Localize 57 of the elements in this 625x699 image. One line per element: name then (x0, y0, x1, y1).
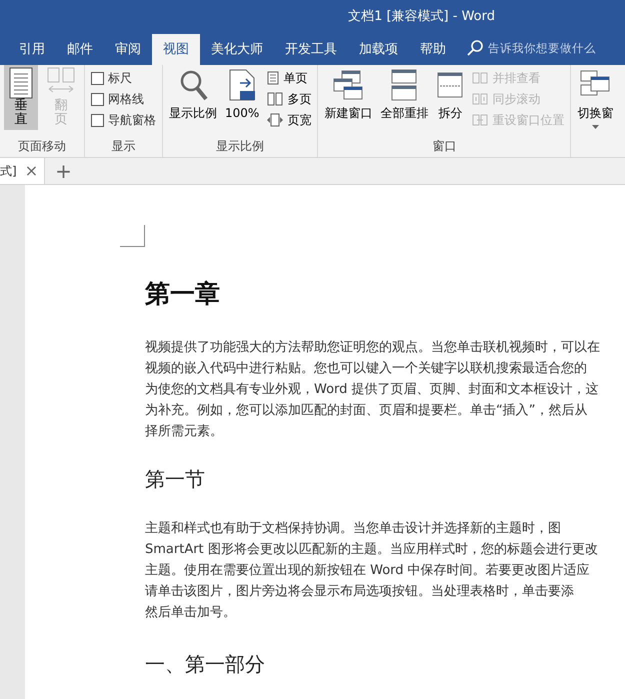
ribbon-button[interactable]: 新建窗口 (322, 65, 374, 126)
magnifier-icon (178, 69, 208, 101)
window-title: 文档1 [兼容模式] - Word (348, 8, 495, 26)
ribbon-button[interactable]: 100% (223, 65, 262, 126)
ribbon-button[interactable]: 全部重排 (378, 65, 430, 126)
heading: 第一章 (145, 278, 221, 310)
checkbox[interactable]: 标尺 (89, 69, 158, 87)
text-line: 主题和样式也有助于文档保持协调。当您单击设计并选择新的主题时，图 (145, 520, 562, 538)
ribbon-button[interactable]: 单页 (265, 69, 314, 87)
search-field[interactable]: 告诉我你想要做什么 (488, 40, 604, 57)
text-line: 主题。使用在需要位置出现的新按钮在 Word 中保存时间。若要更改图片适应 (145, 562, 591, 580)
ribbon-tab[interactable]: 加载项 (348, 34, 409, 65)
pages-icon (267, 92, 284, 106)
view-mode-button[interactable]: 垂直 (4, 65, 38, 130)
ribbon-tab[interactable]: 帮助 (409, 34, 457, 65)
ribbon-tab[interactable]: 引用 (8, 34, 56, 65)
sync-pages-icon (472, 92, 488, 106)
ribbon-tab[interactable]: 视图 (152, 34, 200, 65)
group-label: 显示 (110, 138, 136, 155)
add-tab-button[interactable]: + (45, 156, 82, 186)
caret-icon (592, 125, 599, 129)
ribbon-button[interactable]: 显示比例 (167, 65, 219, 126)
text-line: 然后单击加号。 (145, 604, 237, 622)
text-line: 择所需元素。 (145, 422, 224, 440)
text-line: 为使您的文档具有专业外观，Word 提供了页眉、页脚、封面和文本框设计，这 (145, 380, 600, 398)
group-label: 显示比例 (215, 138, 266, 155)
windows-icon (332, 69, 364, 101)
text-line: 视频的嵌入代码中进行粘贴。您也可以键入一个关键字以联机搜索最适合您的 (145, 360, 588, 378)
checkbox[interactable]: 网格线 (89, 90, 158, 108)
ribbon-button[interactable]: 切换窗 (575, 65, 616, 133)
ribbon-button[interactable]: 页宽 (265, 111, 314, 129)
text-line: SmartArt 图形将会更改以匹配新的主题。当应用样式时，您的标题会进行更改 (145, 540, 599, 558)
group-label: 窗口 (431, 138, 458, 155)
reset-pages-icon (472, 113, 488, 127)
text-line: 为补充。例如，您可以添加匹配的封面、页眉和提要栏。单击“插入”，然后从 (145, 402, 588, 420)
heading: 第一节 (145, 466, 206, 492)
group-label: 页面移动 (17, 138, 67, 155)
heading: 一、第一部分 (145, 650, 266, 678)
checkbox[interactable]: 导航窗格 (89, 111, 158, 129)
ribbon-tab[interactable]: 开发工具 (274, 34, 348, 65)
page-icon (267, 71, 280, 85)
search-icon (467, 40, 483, 56)
text-line: 请单击该图片，图片旁边将会显示布局选项按钮。当处理表格时，单击要添 (145, 582, 575, 600)
ribbon-button[interactable]: 拆分 (434, 65, 466, 126)
page-zoom-icon (228, 69, 256, 101)
document-tab[interactable]: 式] (0, 162, 17, 180)
page-width-icon (267, 113, 284, 127)
ribbon-tab[interactable]: 邮件 (56, 34, 104, 65)
ribbon-button[interactable]: 多页 (265, 90, 314, 108)
text-line: 视频提供了功能强大的方法帮助您证明您的观点。当您单击联机视频时，可以在 (145, 338, 601, 356)
close-button[interactable]: × (24, 159, 38, 183)
ribbon-tab[interactable]: 审阅 (104, 34, 152, 65)
stacked-windows-icon (390, 69, 418, 101)
margin-corner-mark (120, 225, 145, 247)
page-icon (8, 67, 34, 99)
side-by-side-icon (472, 71, 488, 85)
ribbon-tab[interactable]: 美化大师 (200, 34, 274, 65)
